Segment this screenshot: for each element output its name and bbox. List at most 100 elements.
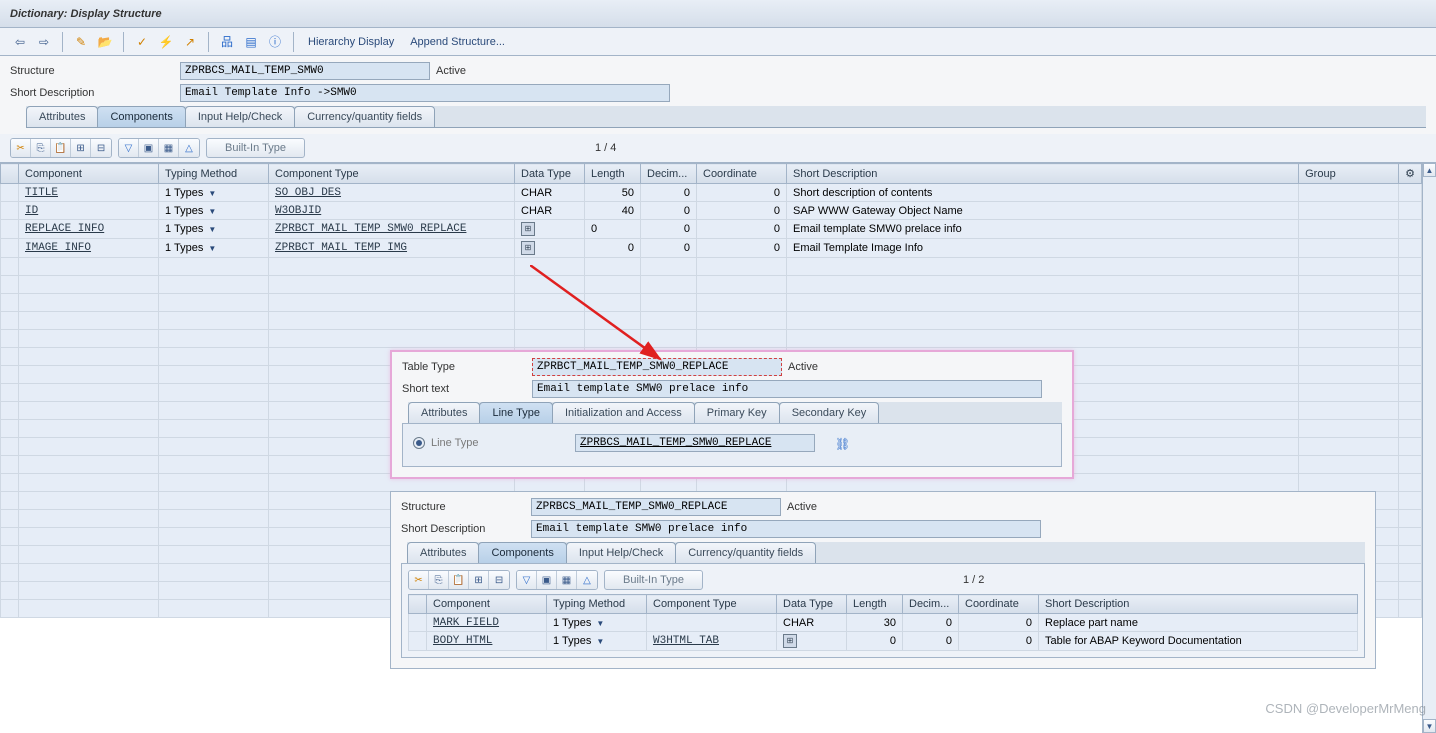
- cell-comptype[interactable]: [647, 614, 777, 632]
- cell-datatype[interactable]: ⊞: [515, 239, 585, 258]
- where-used-icon[interactable]: ↗: [180, 32, 200, 52]
- empty-cell[interactable]: [159, 366, 269, 384]
- empty-cell[interactable]: [697, 276, 787, 294]
- empty-cell[interactable]: [19, 330, 159, 348]
- empty-cell[interactable]: [1399, 294, 1422, 312]
- empty-cell[interactable]: [1399, 492, 1422, 510]
- empty-cell[interactable]: [1, 384, 19, 402]
- p2-structure-input[interactable]: [531, 498, 781, 516]
- tabletype-input[interactable]: [532, 358, 782, 376]
- empty-cell[interactable]: [787, 312, 1299, 330]
- empty-cell[interactable]: [1399, 366, 1422, 384]
- empty-cell[interactable]: [585, 330, 641, 348]
- activate-icon[interactable]: ⚡: [156, 32, 176, 52]
- empty-cell[interactable]: [1, 456, 19, 474]
- empty-cell[interactable]: [1399, 312, 1422, 330]
- table-icon[interactable]: ▤: [241, 32, 261, 52]
- cell-group[interactable]: [1299, 220, 1399, 239]
- cell-typing[interactable]: 1 Types ▼: [159, 239, 269, 258]
- empty-cell[interactable]: [159, 564, 269, 582]
- check-icon[interactable]: ✓: [132, 32, 152, 52]
- empty-cell[interactable]: [19, 546, 159, 564]
- cell-coord[interactable]: 0: [697, 202, 787, 220]
- cell-comptype[interactable]: W3OBJID: [269, 202, 515, 220]
- table-row[interactable]: BODY HTML1 Types ▼W3HTML TAB⊞000Table fo…: [409, 632, 1358, 651]
- col-decim[interactable]: Decim...: [641, 164, 697, 184]
- empty-cell[interactable]: [1299, 294, 1399, 312]
- table-type-icon[interactable]: ⊞: [783, 634, 797, 648]
- empty-cell[interactable]: [1, 294, 19, 312]
- row-selector[interactable]: [409, 632, 427, 651]
- table-type-icon[interactable]: ⊞: [521, 241, 535, 255]
- empty-cell[interactable]: [641, 294, 697, 312]
- p2-copy-icon[interactable]: ⎘: [429, 571, 449, 589]
- row-selector[interactable]: [1, 220, 19, 239]
- vertical-scrollbar[interactable]: ▲ ▼: [1422, 163, 1436, 733]
- shorttext-input[interactable]: [532, 380, 1042, 398]
- empty-cell[interactable]: [19, 600, 159, 618]
- cell-decim[interactable]: 0: [641, 239, 697, 258]
- empty-cell[interactable]: [1299, 330, 1399, 348]
- cell-decim[interactable]: 0: [903, 632, 959, 651]
- cell-datatype[interactable]: CHAR: [515, 184, 585, 202]
- expand-icon[interactable]: ▽: [119, 139, 139, 157]
- empty-cell[interactable]: [159, 276, 269, 294]
- empty-cell[interactable]: [1, 474, 19, 492]
- empty-cell[interactable]: [1399, 528, 1422, 546]
- tab-attributes[interactable]: Attributes: [26, 106, 98, 127]
- p2-col-comptype[interactable]: Component Type: [647, 595, 777, 614]
- empty-cell[interactable]: [19, 366, 159, 384]
- empty-cell[interactable]: [159, 510, 269, 528]
- p2-tab-attributes[interactable]: Attributes: [407, 542, 479, 563]
- empty-cell[interactable]: [19, 294, 159, 312]
- dropdown-icon[interactable]: ▼: [594, 619, 604, 628]
- empty-cell[interactable]: [1399, 438, 1422, 456]
- cell-datatype[interactable]: CHAR: [515, 202, 585, 220]
- empty-cell[interactable]: [19, 312, 159, 330]
- empty-cell[interactable]: [641, 276, 697, 294]
- empty-cell[interactable]: [697, 258, 787, 276]
- empty-cell[interactable]: [641, 330, 697, 348]
- empty-cell[interactable]: [515, 330, 585, 348]
- empty-cell[interactable]: [1399, 582, 1422, 600]
- col-group[interactable]: Group: [1299, 164, 1399, 184]
- cell-coord[interactable]: 0: [959, 614, 1039, 632]
- cell-length[interactable]: 0: [847, 632, 903, 651]
- empty-cell[interactable]: [269, 294, 515, 312]
- dropdown-icon[interactable]: ▼: [206, 225, 216, 234]
- cell-component[interactable]: TITLE: [19, 184, 159, 202]
- cell-typing[interactable]: 1 Types ▼: [159, 202, 269, 220]
- cell-component[interactable]: BODY HTML: [427, 632, 547, 651]
- empty-cell[interactable]: [1299, 276, 1399, 294]
- empty-cell[interactable]: [19, 582, 159, 600]
- empty-cell[interactable]: [159, 402, 269, 420]
- p2-col-typing[interactable]: Typing Method: [547, 595, 647, 614]
- empty-cell[interactable]: [585, 276, 641, 294]
- row-selector[interactable]: [1, 239, 19, 258]
- empty-cell[interactable]: [1299, 456, 1399, 474]
- p2-collapse-icon[interactable]: ▣: [537, 571, 557, 589]
- info-icon[interactable]: ⓘ: [265, 32, 285, 52]
- cell-datatype[interactable]: CHAR: [777, 614, 847, 632]
- dropdown-icon[interactable]: ▼: [206, 207, 216, 216]
- tab-components[interactable]: Components: [97, 106, 185, 127]
- table-row[interactable]: MARK FIELD1 Types ▼CHAR3000Replace part …: [409, 614, 1358, 632]
- empty-cell[interactable]: [1299, 258, 1399, 276]
- empty-cell[interactable]: [19, 528, 159, 546]
- empty-cell[interactable]: [269, 258, 515, 276]
- empty-cell[interactable]: [697, 294, 787, 312]
- select-all-icon[interactable]: ▦: [159, 139, 179, 157]
- display-change-icon[interactable]: ✎: [71, 32, 91, 52]
- cell-coord[interactable]: 0: [697, 220, 787, 239]
- cell-decim[interactable]: 0: [641, 220, 697, 239]
- col-rowsel[interactable]: [1, 164, 19, 184]
- append-structure-link[interactable]: Append Structure...: [404, 36, 511, 48]
- empty-cell[interactable]: [1, 492, 19, 510]
- table-row[interactable]: TITLE1 Types ▼SO OBJ DESCHAR5000Short de…: [1, 184, 1422, 202]
- empty-cell[interactable]: [19, 276, 159, 294]
- cell-component[interactable]: ID: [19, 202, 159, 220]
- empty-cell[interactable]: [19, 564, 159, 582]
- empty-cell[interactable]: [159, 258, 269, 276]
- empty-cell[interactable]: [19, 258, 159, 276]
- cell-typing[interactable]: 1 Types ▼: [159, 184, 269, 202]
